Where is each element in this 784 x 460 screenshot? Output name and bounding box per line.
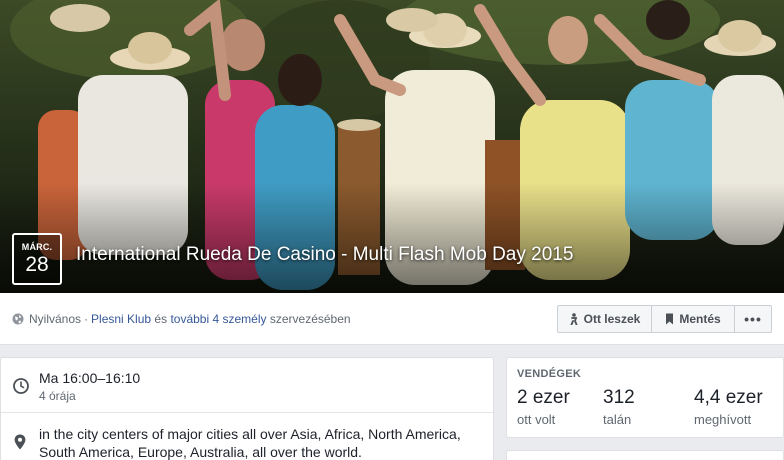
separator: ·: [84, 312, 89, 326]
event-info-bar: Nyilvános · Plesni Klub és további 4 sze…: [0, 293, 784, 345]
privacy-label: Nyilvános: [29, 312, 82, 326]
stat-maybe[interactable]: 312 talán: [603, 387, 635, 427]
more-options-button[interactable]: •••: [735, 306, 771, 332]
stat-value: 2 ezer: [517, 387, 570, 408]
event-actions: Ott leszek Mentés •••: [557, 305, 772, 333]
stat-label: meghívott: [694, 412, 752, 427]
event-time: Ma 16:00–16:10: [39, 370, 141, 386]
cover-gradient: [0, 183, 784, 293]
save-label: Mentés: [679, 312, 721, 326]
stat-label: talán: [603, 412, 632, 427]
guests-card: VENDÉGEK 2 ezer ott volt 312 talán 4,4 e…: [506, 357, 784, 438]
organized-text: szervezésében: [269, 312, 351, 326]
person-walk-icon: [570, 313, 578, 325]
date-day: 28: [25, 253, 49, 276]
stat-value: 4,4 ezer: [694, 387, 763, 408]
guests-title: VENDÉGEK: [517, 368, 582, 380]
event-title[interactable]: International Rueda De Casino - Multi Fl…: [76, 244, 573, 266]
event-location[interactable]: in the city centers of major cities all …: [39, 425, 484, 460]
cover-photo[interactable]: MÁRC. 28 International Rueda De Casino -…: [0, 0, 784, 293]
globe-icon: [12, 313, 24, 325]
stat-value: 312: [603, 387, 635, 408]
stat-invited[interactable]: 4,4 ezer meghívott: [694, 387, 763, 427]
bookmark-icon: [666, 313, 674, 325]
and-text: és: [154, 312, 168, 326]
going-label: Ott leszek: [583, 312, 641, 326]
stat-went[interactable]: 2 ezer ott volt: [517, 387, 570, 427]
going-button[interactable]: Ott leszek: [558, 306, 652, 332]
date-month: MÁRC.: [21, 242, 53, 252]
event-location-row: in the city centers of major cities all …: [1, 414, 493, 460]
next-card: [506, 450, 784, 460]
event-time-row: Ma 16:00–16:10 4 órája: [1, 358, 493, 413]
other-hosts-link[interactable]: további 4 személy: [170, 312, 266, 326]
host-link[interactable]: Plesni Klub: [91, 312, 151, 326]
more-icon: •••: [744, 311, 762, 327]
location-pin-icon: [14, 434, 26, 450]
event-date-badge: MÁRC. 28: [12, 233, 62, 285]
event-time-ago: 4 órája: [39, 389, 76, 403]
save-button[interactable]: Mentés: [652, 306, 735, 332]
event-privacy-line: Nyilvános · Plesni Klub és további 4 sze…: [12, 312, 351, 326]
event-details-card: Ma 16:00–16:10 4 órája in the city cente…: [0, 357, 494, 460]
stat-label: ott volt: [517, 412, 556, 427]
clock-icon: [13, 378, 29, 394]
